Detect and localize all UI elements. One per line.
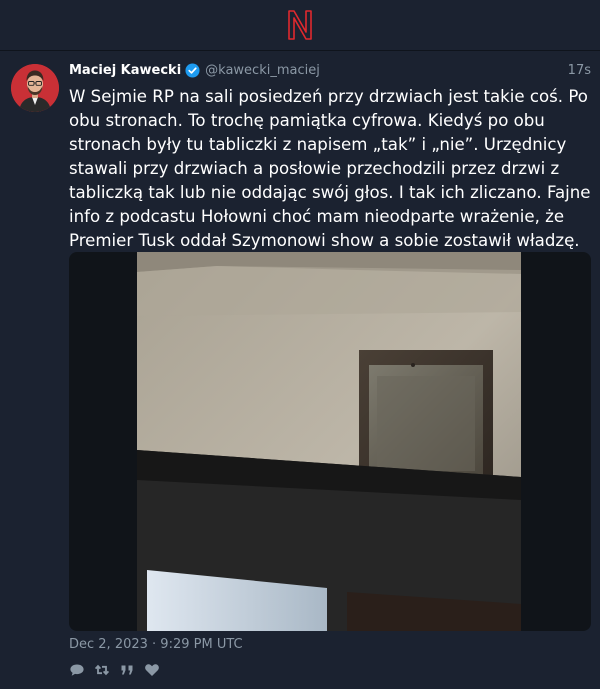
tweet-media[interactable] — [69, 252, 591, 631]
tweet-actions — [69, 662, 160, 678]
retweet-icon[interactable] — [94, 662, 110, 678]
tweet-content: Maciej Kawecki @kawecki_maciej 17s W Sej… — [69, 60, 591, 253]
quote-icon[interactable] — [119, 662, 135, 678]
tweet-time[interactable]: 17s — [568, 63, 591, 78]
tweet-header: Maciej Kawecki @kawecki_maciej 17s — [69, 60, 591, 80]
tweet-text: W Sejmie RP na sali posiedzeń przy drzwi… — [69, 87, 591, 250]
comment-icon[interactable] — [69, 662, 85, 678]
tweet: Maciej Kawecki @kawecki_maciej 17s W Sej… — [0, 51, 600, 689]
avatar[interactable] — [11, 64, 59, 112]
avatar-image — [11, 64, 59, 112]
top-bar — [0, 0, 600, 51]
nitter-logo[interactable] — [285, 8, 315, 42]
tweet-photo — [137, 252, 521, 631]
user-handle[interactable]: @kawecki_maciej — [205, 63, 320, 78]
tweet-date[interactable]: Dec 2, 2023 · 9:29 PM UTC — [69, 637, 243, 652]
user-fullname[interactable]: Maciej Kawecki — [69, 63, 181, 78]
verified-icon — [185, 62, 200, 78]
heart-icon[interactable] — [144, 662, 160, 678]
